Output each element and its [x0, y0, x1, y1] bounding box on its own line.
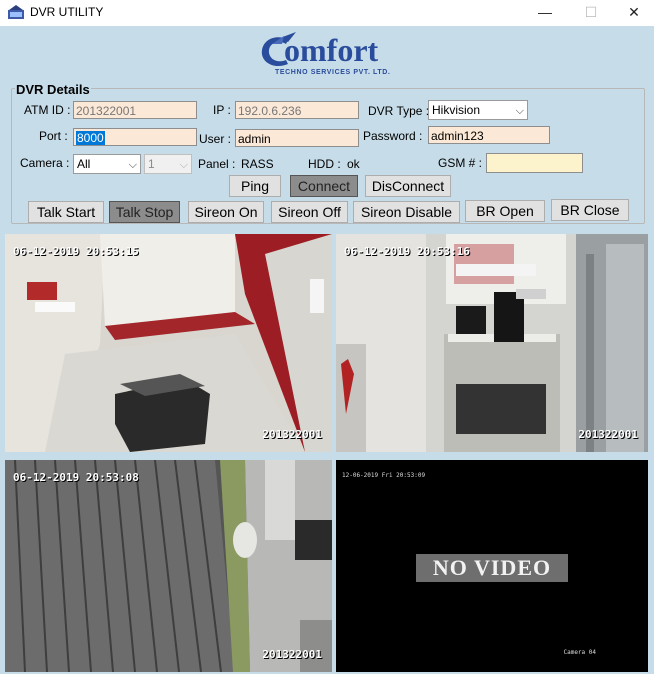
connect-button[interactable]: Connect — [290, 175, 358, 197]
ping-button[interactable]: Ping — [229, 175, 281, 197]
hdd-label: HDD : — [308, 157, 341, 171]
br-open-button[interactable]: BR Open — [465, 200, 545, 222]
close-button[interactable]: ✕ — [614, 0, 654, 26]
no-video-indicator: NO VIDEO — [416, 554, 568, 582]
channel-value: 1 — [148, 157, 155, 171]
camera-view-2[interactable]: 06-12-2019 20:53:16 201322001 — [336, 234, 648, 452]
logo-tagline: TECHNO SERVICES PVT. LTD. — [275, 69, 391, 76]
sireon-off-button[interactable]: Sireon Off — [271, 201, 348, 223]
camera-label: Camera : — [20, 156, 70, 170]
logo-brand-text: omfort — [284, 32, 379, 68]
ip-field[interactable]: 192.0.6.236 — [235, 101, 359, 119]
ip-label: IP : — [213, 103, 231, 117]
disconnect-button[interactable]: DisConnect — [365, 175, 451, 197]
camera-view-4[interactable]: 12-06-2019 Fri 20:53:09 NO VIDEO Camera … — [336, 460, 648, 672]
dvr-type-select[interactable]: Hikvision ⌵ — [428, 100, 528, 120]
port-label: Port : — [39, 129, 68, 143]
camera-2-scene — [336, 234, 648, 452]
talk-stop-button[interactable]: Talk Stop — [109, 201, 180, 223]
camera-4-label: Camera 04 — [563, 649, 596, 656]
password-field[interactable]: admin123 — [428, 126, 550, 144]
user-label: User : — [199, 132, 232, 146]
camera-2-id: 201322001 — [578, 428, 638, 441]
user-field[interactable]: admin — [235, 129, 359, 147]
password-label: Password : — [363, 129, 423, 143]
panel-value: RASS — [241, 157, 274, 171]
camera-3-id: 201322001 — [262, 648, 322, 661]
dvr-type-value: Hikvision — [432, 103, 481, 117]
panel-label: Panel : — [198, 157, 236, 171]
gsm-label: GSM # : — [438, 156, 483, 170]
dvr-details-legend: DVR Details — [15, 82, 91, 97]
maximize-button[interactable]: ☐ — [568, 0, 614, 26]
camera-1-scene — [5, 234, 332, 452]
camera-1-timestamp: 06-12-2019 20:53:15 — [13, 245, 139, 258]
chevron-down-icon: ⌵ — [128, 159, 137, 171]
atm-id-field[interactable]: 201322001 — [73, 101, 197, 119]
port-value: 8000 — [76, 131, 105, 145]
talk-start-button[interactable]: Talk Start — [28, 201, 104, 223]
main-form: omfort TECHNO SERVICES PVT. LTD. DVR Det… — [0, 26, 654, 674]
hdd-value: ok — [347, 157, 360, 171]
camera-3-timestamp: 06-12-2019 20:53:08 — [13, 471, 139, 484]
sireon-disable-button[interactable]: Sireon Disable — [353, 201, 460, 223]
gsm-field[interactable] — [486, 153, 583, 173]
app-icon — [8, 5, 24, 19]
atm-id-label: ATM ID : — [24, 103, 71, 117]
camera-2-timestamp: 06-12-2019 20:53:16 — [344, 245, 470, 258]
sireon-on-button[interactable]: Sireon On — [188, 201, 264, 223]
camera-view-1[interactable]: 06-12-2019 20:53:15 201322001 — [5, 234, 332, 452]
title-bar: DVR UTILITY — ☐ ✕ — [0, 0, 654, 26]
camera-value: All — [77, 157, 91, 171]
dvr-type-label: DVR Type : — [368, 104, 430, 118]
br-close-button[interactable]: BR Close — [551, 199, 629, 221]
camera-select[interactable]: All ⌵ — [73, 154, 141, 174]
company-logo: omfort TECHNO SERVICES PVT. LTD. — [258, 28, 418, 78]
camera-view-3[interactable]: 06-12-2019 20:53:08 201322001 — [5, 460, 332, 672]
camera-4-timestamp: 12-06-2019 Fri 20:53:09 — [342, 472, 426, 479]
chevron-down-icon: ⌵ — [515, 105, 524, 117]
camera-1-id: 201322001 — [262, 428, 322, 441]
minimize-button[interactable]: — — [522, 0, 568, 26]
window-title: DVR UTILITY — [30, 5, 104, 19]
port-field[interactable]: 8000 — [73, 128, 197, 146]
channel-select[interactable]: 1 ⌵ — [144, 154, 192, 174]
camera-3-scene — [5, 460, 332, 672]
chevron-down-icon: ⌵ — [179, 159, 188, 171]
